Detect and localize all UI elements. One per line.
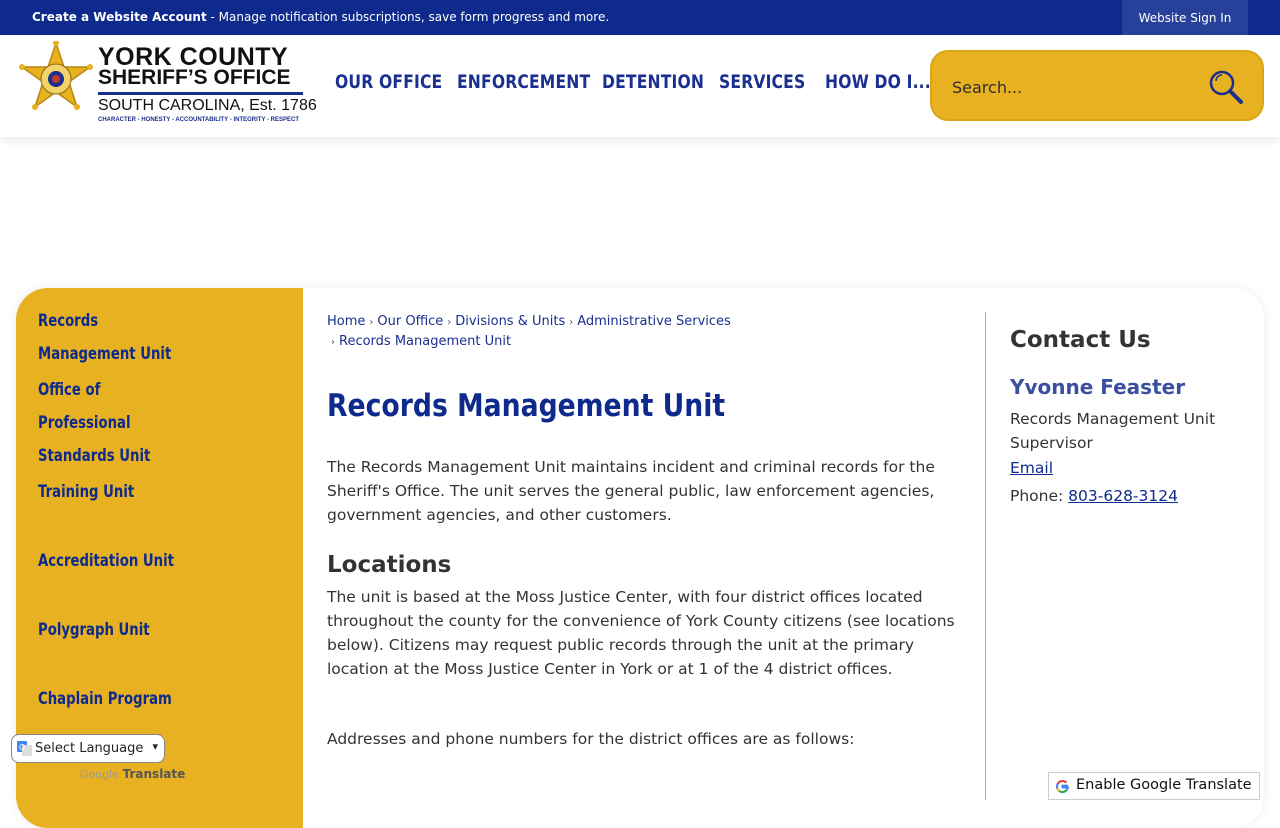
nav-how-do-i[interactable]: HOW DO I...: [825, 71, 931, 93]
sidebar-item-records-management-unit[interactable]: Records Management Unit: [38, 305, 194, 371]
breadcrumb-home[interactable]: Home: [327, 314, 365, 329]
sidebar-item-polygraph-unit[interactable]: Polygraph Unit: [38, 614, 194, 647]
create-account-description: - Manage notification subscriptions, sav…: [206, 10, 610, 24]
sidebar-item-office-of-professional-standards[interactable]: Office of Professional Standards Unit: [38, 374, 186, 473]
sidebar-item-chaplain-program[interactable]: Chaplain Program: [38, 683, 194, 716]
breadcrumb-our-office[interactable]: Our Office: [377, 314, 443, 329]
contact-title: Contact Us: [1010, 327, 1151, 353]
enable-google-translate-label: Enable Google Translate: [1076, 777, 1252, 793]
nav-services[interactable]: SERVICES: [719, 71, 805, 93]
nav-our-office[interactable]: OUR OFFICE: [335, 71, 442, 93]
logo-motto: CHARACTER - HONESTY - ACCOUNTABILITY - I…: [98, 117, 300, 123]
locations-heading: Locations: [327, 552, 452, 578]
locations-paragraph: The unit is based at the Moss Justice Ce…: [327, 588, 955, 678]
language-select[interactable]: G Select Language ▾: [11, 734, 165, 763]
create-account-link[interactable]: Create a Website Account: [32, 10, 207, 24]
translate-link[interactable]: Translate: [123, 767, 186, 781]
sheriff-star-badge-icon: [19, 41, 93, 110]
contact-phone: Phone: 803-628-3124: [1010, 487, 1178, 505]
google-translate-icon: G: [17, 741, 32, 756]
breadcrumb-separator: ›: [331, 337, 335, 348]
search-box: [930, 50, 1264, 121]
contact-name: Yvonne Feaster: [1010, 375, 1186, 399]
phone-label: Phone:: [1010, 487, 1069, 505]
enable-google-translate-button[interactable]: Enable Google Translate: [1048, 772, 1260, 800]
page-title: Records Management Unit: [327, 388, 726, 424]
nav-detention[interactable]: DETENTION: [602, 71, 704, 93]
site-header: YORK COUNTY SHERIFF’S OFFICE SOUTH CAROL…: [0, 35, 1280, 137]
sidebar-item-training-unit[interactable]: Training Unit: [38, 476, 194, 509]
intro-paragraph: The Records Management Unit maintains in…: [327, 458, 935, 524]
google-g-icon: [1054, 778, 1071, 795]
google-wordmark: Google: [80, 768, 119, 781]
top-utility-bar: Create a Website Account - Manage notifi…: [0, 0, 1280, 35]
chevron-down-icon: ▾: [152, 740, 158, 753]
breadcrumb-administrative-services[interactable]: Administrative Services: [577, 314, 731, 329]
breadcrumb-divisions-units[interactable]: Divisions & Units: [455, 314, 565, 329]
addresses-paragraph: Addresses and phone numbers for the dist…: [327, 730, 855, 748]
sidebar-item-accreditation-unit[interactable]: Accreditation Unit: [38, 545, 194, 578]
search-input[interactable]: [950, 70, 1194, 104]
nav-enforcement[interactable]: ENFORCEMENT: [457, 71, 590, 93]
contact-email-link[interactable]: Email: [1010, 459, 1053, 477]
website-sign-in-button[interactable]: Website Sign In: [1122, 0, 1248, 35]
content-divider: [985, 312, 986, 800]
logo-line-3: SOUTH CAROLINA, Est. 1786: [98, 97, 317, 114]
logo-line-2: SHERIFF’S OFFICE: [98, 66, 291, 89]
breadcrumb-records-management-unit[interactable]: Records Management Unit: [339, 334, 511, 349]
breadcrumb-separator: ›: [569, 317, 574, 328]
contact-role: Records Management Unit Supervisor: [1010, 410, 1216, 452]
powered-by-google-translate: Google Translate: [80, 767, 185, 781]
breadcrumb: Home › Our Office › Divisions & Units › Admini…: [327, 312, 967, 352]
language-select-label: Select Language: [35, 741, 144, 756]
breadcrumb-separator: ›: [447, 317, 452, 328]
logo-divider: [98, 92, 303, 95]
svg-text:G: G: [19, 743, 25, 752]
sheriff-logo[interactable]: YORK COUNTY SHERIFF’S OFFICE SOUTH CAROL…: [18, 41, 317, 125]
create-account-message: Create a Website Account - Manage notifi…: [32, 10, 609, 24]
breadcrumb-separator: ›: [369, 317, 374, 328]
phone-link[interactable]: 803-628-3124: [1068, 487, 1178, 505]
search-icon[interactable]: [1207, 68, 1245, 106]
